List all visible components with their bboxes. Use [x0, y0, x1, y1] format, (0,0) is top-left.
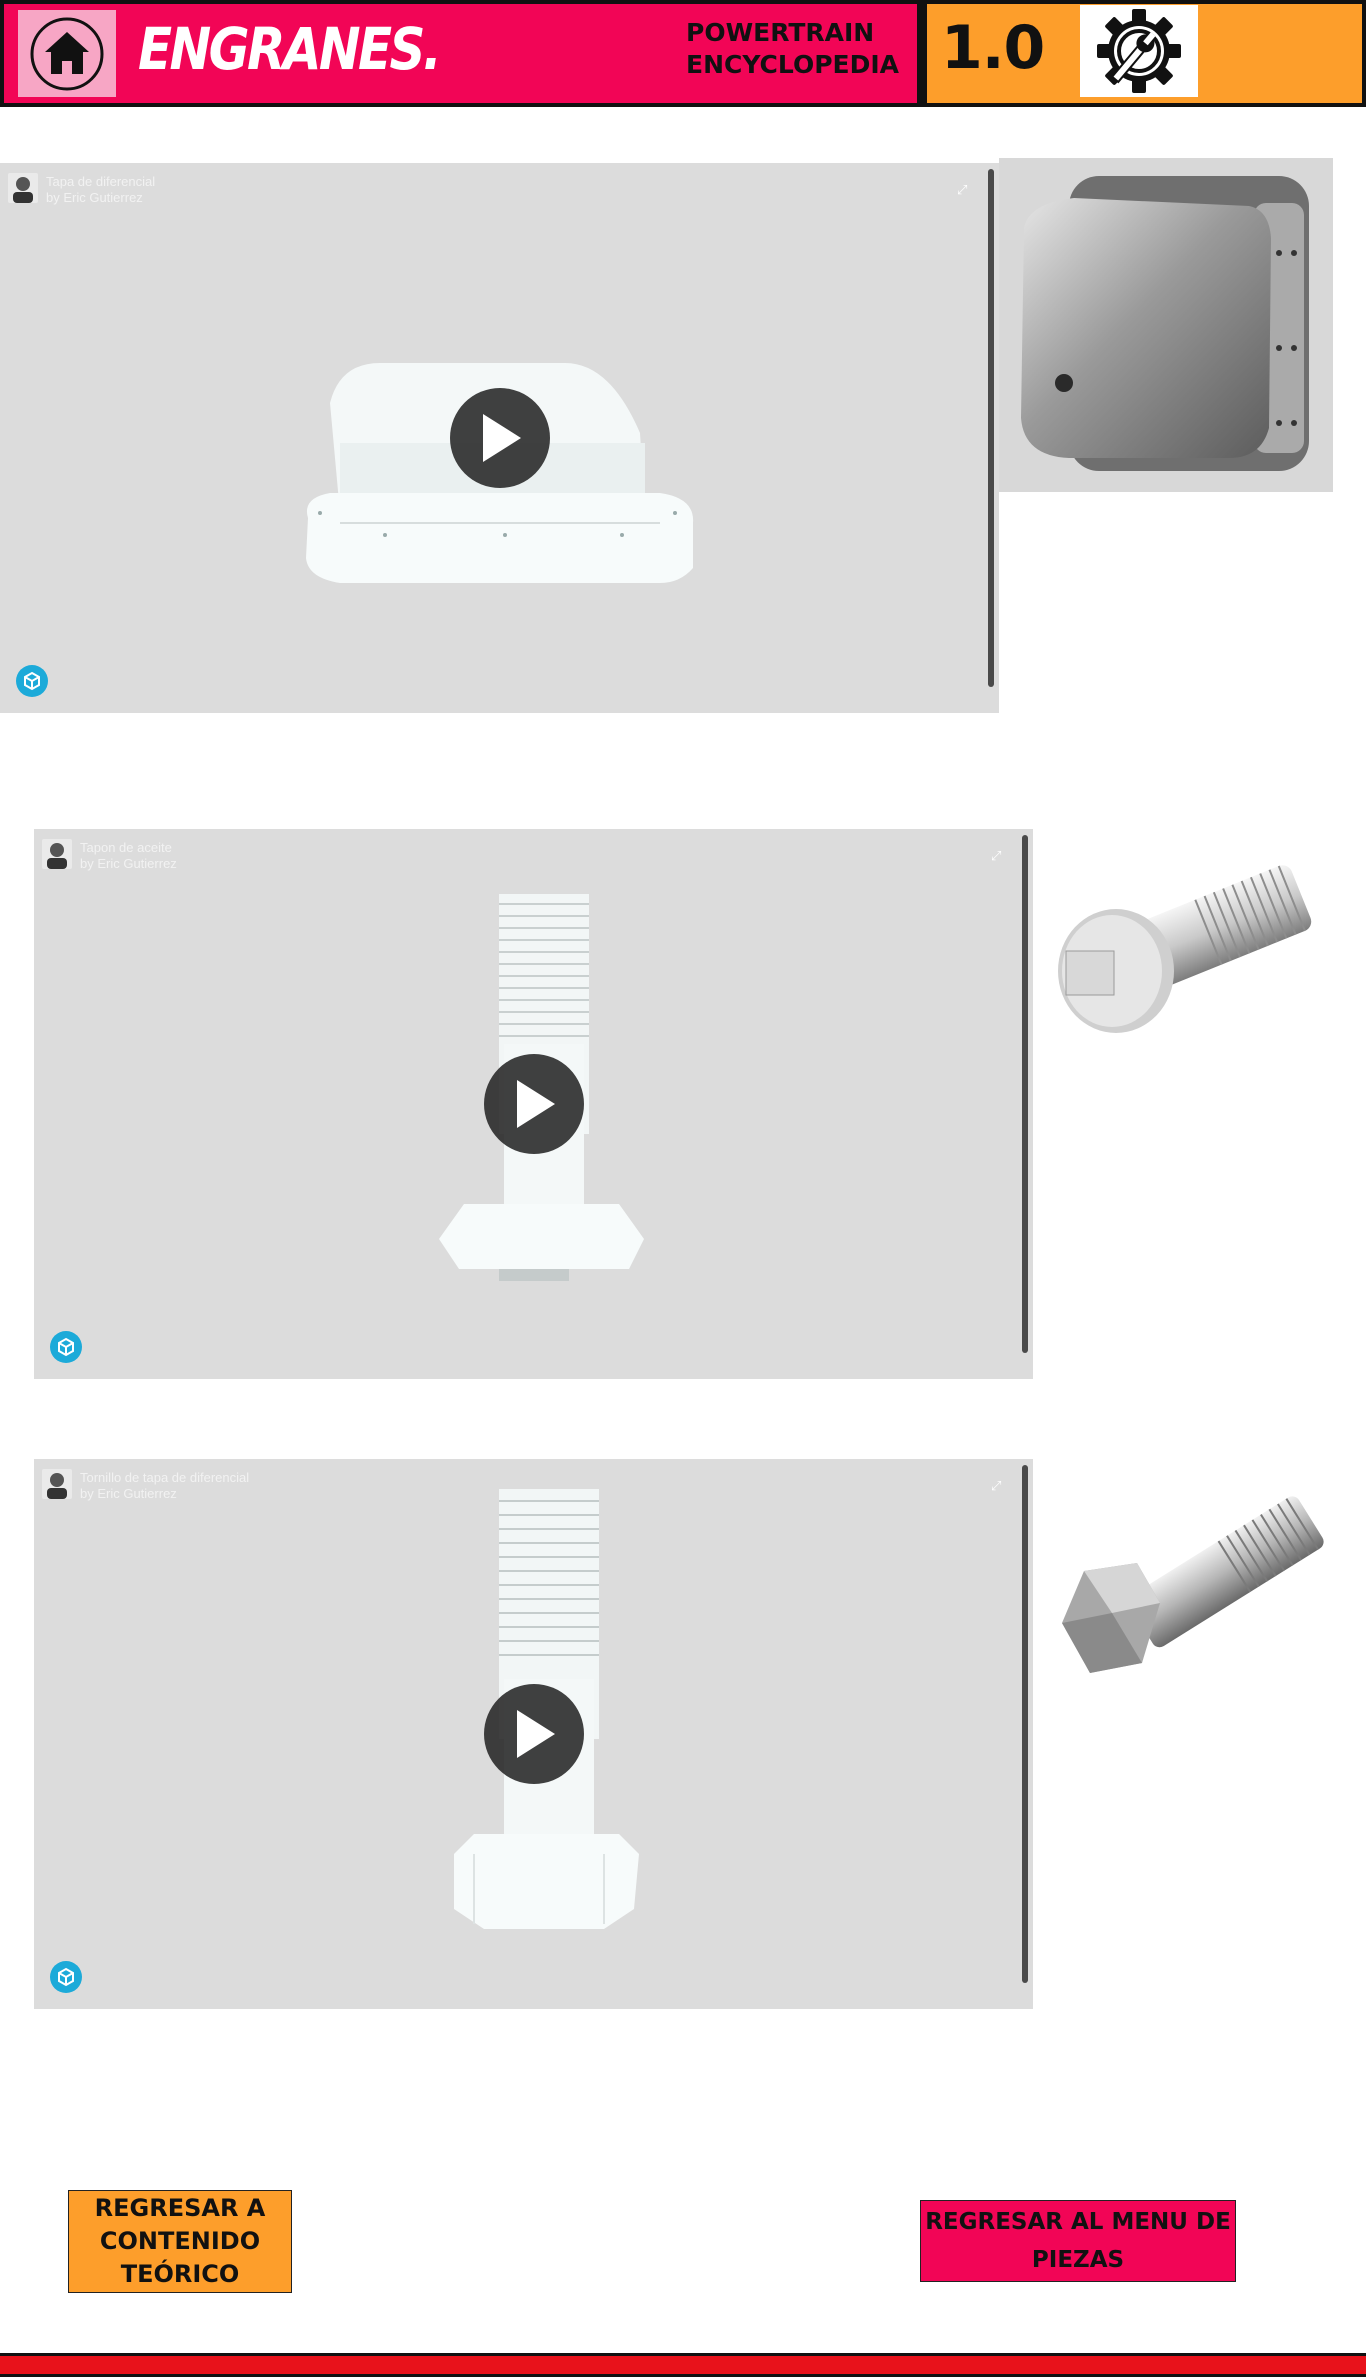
viewer-scrollbar[interactable] — [1022, 835, 1028, 1353]
model-author[interactable]: by Eric Gutierrez — [46, 190, 155, 206]
play-button[interactable] — [484, 1684, 584, 1784]
cube-icon — [24, 671, 40, 691]
model-viewer-diff-cover[interactable]: Tapa de diferencial by Eric Gutierrez ⤢ — [0, 163, 999, 713]
header-brand-bar: ENGRANES. POWERTRAIN ENCYCLOPEDIA — [0, 0, 921, 107]
tagline: POWERTRAIN ENCYCLOPEDIA — [686, 17, 916, 81]
avatar[interactable] — [8, 173, 38, 203]
tagline-line-1: POWERTRAIN — [686, 18, 875, 47]
model-author[interactable]: by Eric Gutierrez — [80, 856, 177, 872]
fullscreen-icon[interactable]: ⤢ — [991, 1479, 1007, 1495]
house-icon — [30, 17, 104, 90]
model-viewer-oil-plug[interactable]: Tapon de aceite by Eric Gutierrez ⤢ — [34, 829, 1033, 1379]
cube-icon — [58, 1967, 74, 1987]
viewer-scrollbar[interactable] — [988, 169, 994, 687]
sketchfab-logo[interactable] — [16, 665, 48, 697]
avatar[interactable] — [42, 1469, 72, 1499]
footer-bar — [0, 2353, 1366, 2377]
avatar[interactable] — [42, 839, 72, 869]
gear-wrench-icon — [1097, 9, 1181, 93]
play-icon — [517, 1710, 555, 1758]
model-author[interactable]: by Eric Gutierrez — [80, 1486, 249, 1502]
header-version-bar: 1.0 — [921, 0, 1366, 107]
product-photo-diff-cover — [999, 158, 1333, 492]
fullscreen-icon[interactable]: ⤢ — [991, 849, 1007, 865]
model-title[interactable]: Tapon de aceite — [80, 840, 177, 856]
viewer-meta: Tapon de aceite by Eric Gutierrez — [42, 839, 177, 872]
brand-wordmark: ENGRANES. — [138, 15, 442, 83]
viewer-meta: Tornillo de tapa de diferencial by Eric … — [42, 1469, 249, 1502]
back-to-theory-button[interactable]: REGRESAR A CONTENIDO TEÓRICO — [68, 2190, 292, 2293]
play-icon — [483, 414, 521, 462]
sketchfab-logo[interactable] — [50, 1331, 82, 1363]
play-button[interactable] — [484, 1054, 584, 1154]
model-viewer-diff-bolt[interactable]: Tornillo de tapa de diferencial by Eric … — [34, 1459, 1033, 2009]
gear-wrench-logo — [1080, 5, 1198, 97]
cube-icon — [58, 1337, 74, 1357]
product-photo-oil-plug — [1038, 825, 1329, 1053]
sketchfab-logo[interactable] — [50, 1961, 82, 1993]
viewer-scrollbar[interactable] — [1022, 1465, 1028, 1983]
back-to-parts-menu-button[interactable]: REGRESAR AL MENU DE PIEZAS — [920, 2200, 1236, 2282]
model-title[interactable]: Tapa de diferencial — [46, 174, 155, 190]
play-button[interactable] — [450, 388, 550, 488]
product-photo-diff-bolt — [1042, 1453, 1329, 1732]
fullscreen-icon[interactable]: ⤢ — [957, 183, 973, 199]
version-label: 1.0 — [941, 13, 1045, 83]
home-button[interactable] — [18, 10, 116, 97]
tagline-line-2: ENCYCLOPEDIA — [686, 50, 900, 79]
play-icon — [517, 1080, 555, 1128]
viewer-meta: Tapa de diferencial by Eric Gutierrez — [8, 173, 155, 206]
model-title[interactable]: Tornillo de tapa de diferencial — [80, 1470, 249, 1486]
